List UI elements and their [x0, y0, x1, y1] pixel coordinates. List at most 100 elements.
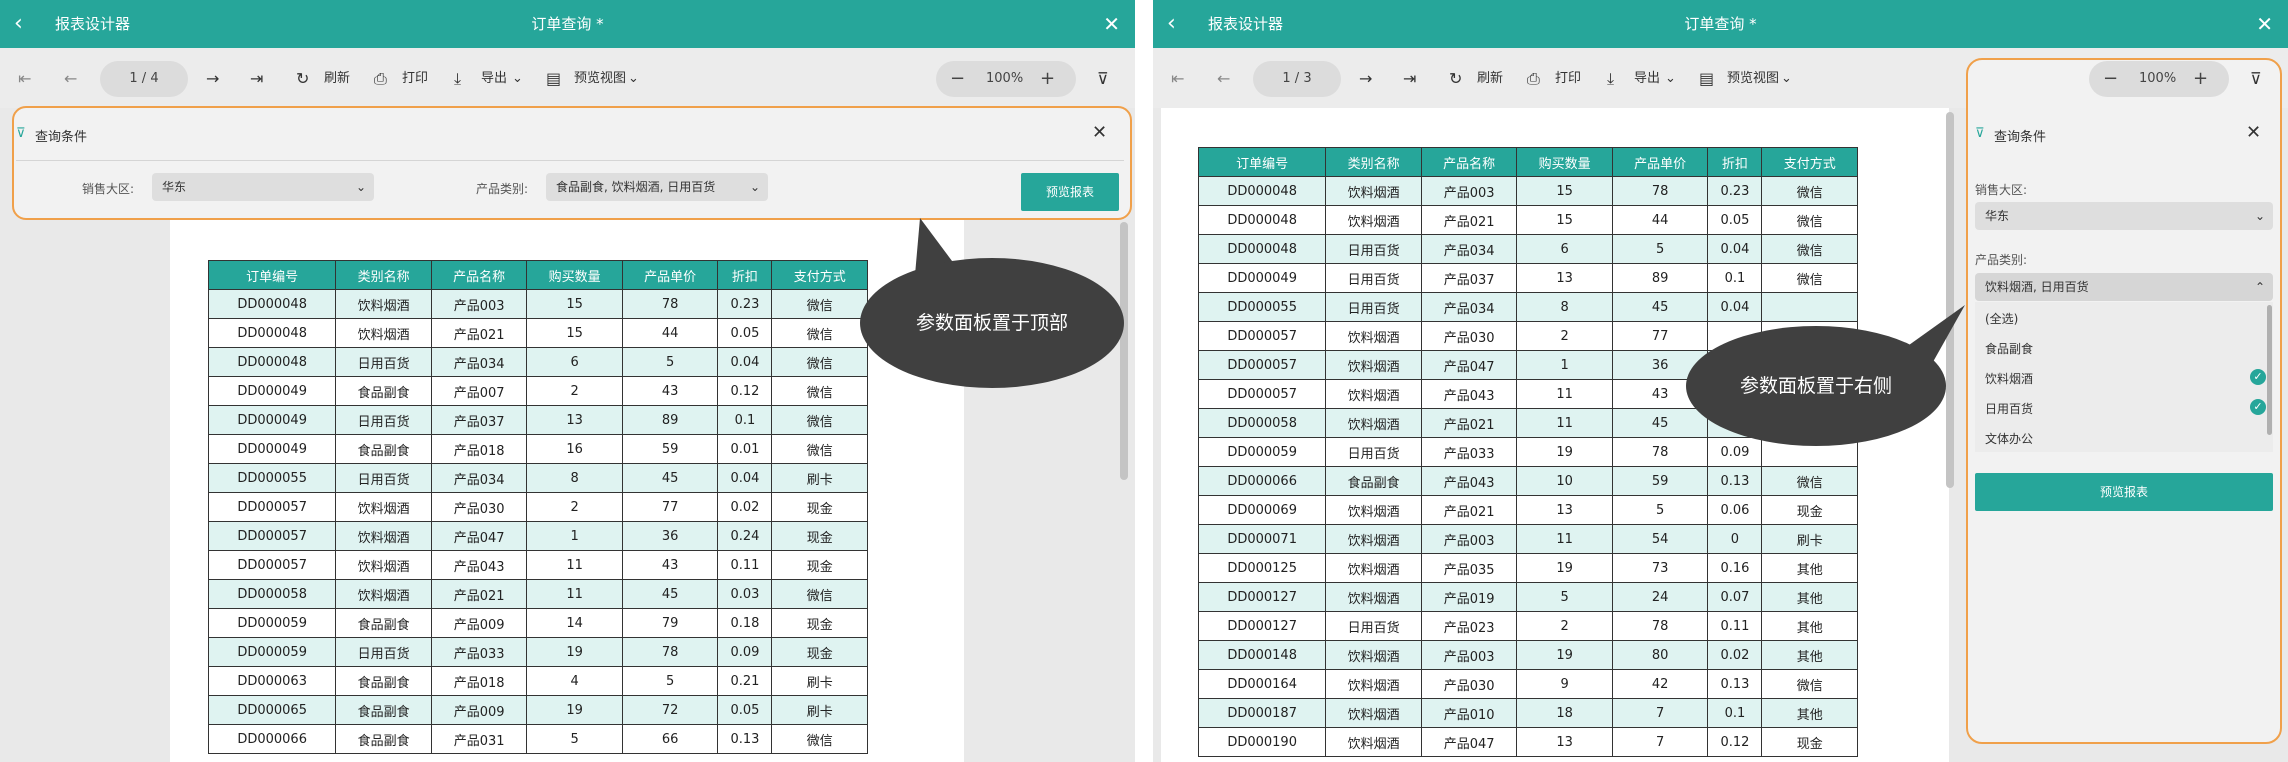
- table-cell: 2: [1516, 321, 1613, 351]
- preview-report-button[interactable]: 预览报表: [1975, 473, 2273, 511]
- preview-view-icon[interactable]: ▤: [546, 68, 561, 90]
- export-button[interactable]: 导出: [1634, 68, 1660, 90]
- option-select-all[interactable]: (全选): [1985, 310, 2018, 327]
- chevron-down-icon[interactable]: ⌄: [1781, 68, 1792, 90]
- last-page-icon[interactable]: ⇥: [250, 68, 263, 90]
- table-cell: 日用百货: [1325, 263, 1422, 293]
- last-page-icon[interactable]: ⇥: [1403, 68, 1416, 90]
- next-page-icon[interactable]: →: [1359, 68, 1372, 90]
- previous-page-icon[interactable]: ←: [64, 68, 77, 90]
- table-cell: 刷卡: [771, 463, 868, 493]
- table-cell: 微信: [771, 434, 868, 464]
- preview-report-button[interactable]: 预览报表: [1021, 173, 1119, 211]
- refresh-button[interactable]: 刷新: [1477, 68, 1503, 90]
- table-cell: 现金: [771, 637, 868, 667]
- table-cell: 77: [1611, 321, 1709, 351]
- table-cell: 5: [621, 666, 719, 696]
- table-row: DD000187 饮料烟酒 产品010 18 7 0.1 其他: [1197, 698, 1858, 728]
- column-header: 产品单价: [1611, 147, 1709, 177]
- zoom-in-button[interactable]: +: [1040, 61, 1055, 97]
- page-indicator[interactable]: 1 / 3: [1253, 61, 1341, 97]
- table-cell: 19: [526, 695, 623, 725]
- export-icon[interactable]: ⤓: [1607, 68, 1614, 90]
- zoom-level[interactable]: 100%: [2139, 61, 2176, 97]
- preview-view-button[interactable]: 预览视图: [1727, 68, 1779, 90]
- chevron-down-icon[interactable]: ⌄: [512, 68, 523, 90]
- table-cell: 微信: [771, 405, 868, 435]
- query-conditions-title: 查询条件: [35, 130, 88, 145]
- table-cell: 0.13: [1707, 466, 1763, 496]
- table-header-row: 订单编号 类别名称 产品名称 购买数量 产品单价 折扣 支付方式: [207, 260, 868, 290]
- table-cell: 产品019: [1420, 582, 1518, 612]
- table-cell: 饮料烟酒: [335, 492, 432, 522]
- column-header: 折扣: [717, 260, 773, 290]
- option-daily-goods[interactable]: 日用百货: [1985, 400, 2033, 417]
- callout-right-panel: 参数面板置于右侧: [1686, 326, 1946, 446]
- vertical-scrollbar[interactable]: [1120, 222, 1128, 480]
- chevron-down-icon[interactable]: ⌄: [1665, 68, 1676, 90]
- print-icon[interactable]: ⎙: [374, 68, 387, 90]
- dropdown-scrollbar[interactable]: [2267, 305, 2272, 435]
- table-cell: 11: [1516, 379, 1613, 409]
- export-button[interactable]: 导出: [481, 68, 507, 90]
- table-cell: 产品009: [430, 608, 528, 638]
- preview-view-icon[interactable]: ▤: [1699, 68, 1714, 90]
- close-icon[interactable]: ✕: [2256, 12, 2273, 36]
- refresh-icon[interactable]: ↻: [296, 68, 309, 90]
- table-cell: 19: [526, 637, 623, 667]
- table-cell: 产品034: [430, 347, 528, 377]
- region-select[interactable]: 华东 ⌄: [152, 173, 374, 201]
- table-cell: 45: [1611, 408, 1709, 438]
- table-cell: DD000063: [207, 666, 337, 696]
- region-value: 华东: [1985, 209, 2010, 223]
- zoom-out-button[interactable]: −: [2103, 61, 2118, 97]
- table-row: DD000057 饮料烟酒 产品047 1 36 0.24 现金: [207, 521, 868, 551]
- zoom-level[interactable]: 100%: [986, 61, 1023, 97]
- export-icon[interactable]: ⤓: [454, 68, 461, 90]
- zoom-out-button[interactable]: −: [950, 61, 965, 97]
- table-cell: 0.02: [717, 492, 773, 522]
- table-cell: 78: [1611, 437, 1709, 467]
- close-icon[interactable]: ✕: [2246, 122, 2261, 143]
- option-food[interactable]: 食品副食: [1985, 340, 2033, 357]
- table-cell: 饮料烟酒: [1325, 698, 1422, 728]
- table-cell: 其他: [1761, 698, 1858, 728]
- refresh-button[interactable]: 刷新: [324, 68, 350, 90]
- page-indicator[interactable]: 1 / 4: [100, 61, 188, 97]
- close-icon[interactable]: ✕: [1103, 12, 1120, 36]
- table-cell: 饮料烟酒: [1325, 408, 1422, 438]
- table-cell: 产品021: [1420, 408, 1518, 438]
- next-page-icon[interactable]: →: [206, 68, 219, 90]
- print-button[interactable]: 打印: [1555, 68, 1581, 90]
- chevron-down-icon[interactable]: ⌄: [628, 68, 639, 90]
- table-cell: 45: [1611, 292, 1709, 322]
- print-button[interactable]: 打印: [402, 68, 428, 90]
- table-cell: DD000190: [1197, 727, 1327, 757]
- print-icon[interactable]: ⎙: [1527, 68, 1540, 90]
- category-select[interactable]: 食品副食, 饮料烟酒, 日用百货 ⌄: [546, 173, 768, 201]
- table-row: DD000127 饮料烟酒 产品019 5 24 0.07 其他: [1197, 582, 1858, 612]
- region-select[interactable]: 华东 ⌄: [1975, 202, 2273, 230]
- first-page-icon[interactable]: ⇤: [18, 68, 31, 90]
- table-cell: 8: [526, 463, 623, 493]
- filter-icon[interactable]: ⊽: [2250, 68, 2262, 90]
- column-header: 订单编号: [1197, 147, 1327, 177]
- preview-view-button[interactable]: 预览视图: [574, 68, 626, 90]
- filter-icon[interactable]: ⊽: [1097, 68, 1109, 90]
- chevron-down-icon: ⌄: [749, 180, 760, 194]
- table-row: DD000059 食品副食 产品009 14 79 0.18 现金: [207, 608, 868, 638]
- option-office[interactable]: 文体办公: [1985, 430, 2033, 447]
- table-cell: DD000049: [207, 434, 337, 464]
- table-row: DD000049 日用百货 产品037 13 89 0.1 微信: [1197, 263, 1858, 293]
- table-cell: 微信: [1761, 176, 1858, 206]
- zoom-in-button[interactable]: +: [2193, 61, 2208, 97]
- table-cell: 微信: [771, 376, 868, 406]
- previous-page-icon[interactable]: ←: [1217, 68, 1230, 90]
- close-icon[interactable]: ✕: [1092, 122, 1107, 143]
- first-page-icon[interactable]: ⇤: [1171, 68, 1184, 90]
- refresh-icon[interactable]: ↻: [1449, 68, 1462, 90]
- table-cell: DD000066: [1197, 466, 1327, 496]
- table-row: DD000057 饮料烟酒 产品043 11 43 0.11 现金: [207, 550, 868, 580]
- category-select[interactable]: 饮料烟酒, 日用百货 ⌃: [1975, 273, 2273, 301]
- option-beverage[interactable]: 饮料烟酒: [1985, 370, 2033, 387]
